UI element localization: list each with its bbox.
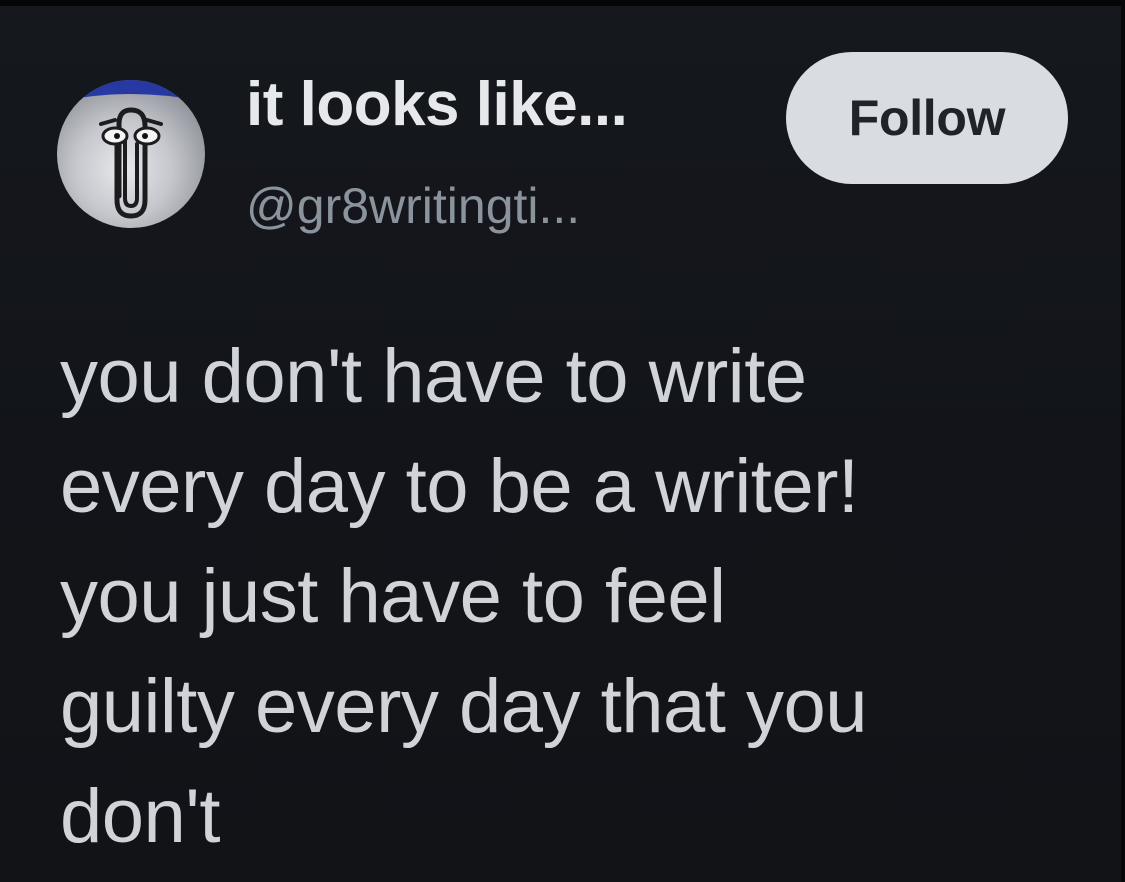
- avatar[interactable]: [57, 80, 205, 228]
- post-text-line: don't: [60, 774, 220, 859]
- post-text-line: guilty every day that you: [60, 664, 868, 749]
- user-handle[interactable]: @gr8writingti...: [246, 176, 580, 236]
- follow-button[interactable]: Follow: [786, 52, 1068, 184]
- post-text-line: you just have to feel: [60, 554, 726, 639]
- post-text-line: every day to be a writer!: [60, 444, 859, 529]
- post-card: it looks like... @gr8writingti... Follow…: [0, 0, 1125, 882]
- post-text-line: you don't have to write: [60, 334, 807, 419]
- right-edge-bar: [1121, 0, 1125, 882]
- display-name[interactable]: it looks like...: [246, 68, 628, 142]
- paperclip-assistant-icon: [57, 80, 205, 219]
- top-edge-bar: [0, 0, 1125, 6]
- post-text: you don't have to write every day to be …: [60, 322, 1070, 872]
